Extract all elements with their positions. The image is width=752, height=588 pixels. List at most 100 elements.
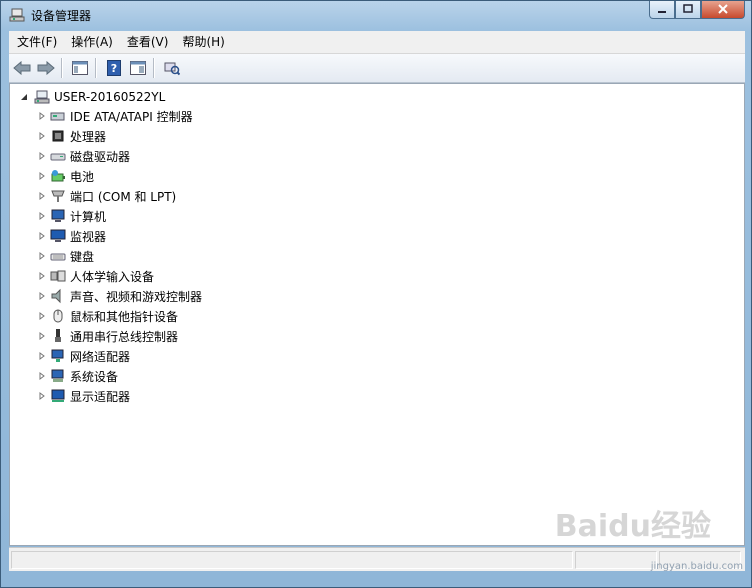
monitor-icon: [50, 229, 66, 242]
device-category-label: 电池: [70, 169, 95, 184]
device-manager-icon: [9, 8, 25, 22]
device-category-list: IDE ATA/ATAPI 控制器 处理器磁盘驱动器电池端口 (COM 和 LPT…: [38, 106, 202, 406]
device-category-label: IDE ATA/ATAPI 控制器: [70, 109, 193, 124]
expand-triangle-icon[interactable]: [38, 312, 46, 320]
window-title: 设备管理器: [31, 9, 92, 23]
back-arrow-icon: [13, 61, 31, 75]
help-button[interactable]: ?: [103, 57, 125, 79]
device-category-item[interactable]: 鼠标和其他指针设备: [38, 306, 202, 326]
device-category-label: 端口 (COM 和 LPT): [70, 189, 177, 204]
back-button[interactable]: [11, 57, 33, 79]
menu-action[interactable]: 操作(A): [63, 32, 119, 52]
menu-help[interactable]: 帮助(H): [174, 32, 230, 52]
root-computer-label: USER-20160522YL: [54, 90, 166, 104]
menu-view[interactable]: 查看(V): [119, 32, 175, 52]
show-hide-console-tree-button[interactable]: [69, 57, 91, 79]
device-category-label: 网络适配器: [70, 349, 131, 364]
toolbar-separator: [61, 58, 63, 78]
maximize-icon: [683, 4, 693, 13]
device-category-item[interactable]: 端口 (COM 和 LPT): [38, 186, 202, 206]
expand-triangle-icon[interactable]: [38, 132, 46, 140]
expand-triangle-icon[interactable]: [38, 272, 46, 280]
device-category-label: 声音、视频和游戏控制器: [70, 289, 203, 304]
device-category-item[interactable]: 处理器: [38, 126, 202, 146]
menu-bar: 文件(F) 操作(A) 查看(V) 帮助(H): [9, 31, 745, 54]
network-adapter-icon: [51, 349, 64, 362]
device-category-label: 处理器: [70, 129, 107, 144]
expand-triangle-icon[interactable]: [38, 212, 46, 220]
system-device-icon: [51, 369, 64, 382]
baidu-watermark: Baidu经验: [554, 509, 711, 544]
device-category-item[interactable]: 计算机: [38, 206, 202, 226]
expand-triangle-icon[interactable]: [38, 112, 46, 120]
maximize-button[interactable]: [675, 1, 701, 19]
window-controls: [649, 1, 745, 19]
device-category-item[interactable]: 磁盘驱动器: [38, 146, 202, 166]
expand-triangle-icon[interactable]: [38, 372, 46, 380]
device-category-label: 计算机: [70, 209, 107, 224]
status-bar: [9, 547, 745, 571]
scan-hardware-icon: [164, 62, 180, 76]
forward-button[interactable]: [35, 57, 57, 79]
device-category-label: 键盘: [70, 249, 95, 264]
expand-triangle-icon[interactable]: [38, 332, 46, 340]
expand-triangle-icon[interactable]: [38, 292, 46, 300]
properties-icon: [130, 61, 146, 75]
toolbar: ?: [9, 54, 745, 83]
expand-triangle-icon[interactable]: [38, 252, 46, 260]
device-category-item[interactable]: 电池: [38, 166, 202, 186]
close-button[interactable]: [701, 1, 745, 19]
expand-triangle-icon[interactable]: [38, 152, 46, 160]
port-icon: [51, 190, 65, 202]
collapse-triangle-icon[interactable]: [20, 92, 30, 102]
device-category-item[interactable]: 通用串行总线控制器: [38, 326, 202, 346]
device-category-label: 鼠标和其他指针设备: [70, 309, 179, 324]
help-icon: ?: [107, 60, 121, 76]
device-category-label: 通用串行总线控制器: [70, 329, 179, 344]
computer-root-icon: [34, 90, 50, 104]
device-category-item[interactable]: 监视器: [38, 226, 202, 246]
svg-text:?: ?: [111, 62, 117, 75]
battery-icon: [51, 170, 65, 182]
title-bar[interactable]: 设备管理器: [1, 1, 751, 29]
status-pane-main: [11, 551, 573, 569]
toolbar-separator: [153, 58, 155, 78]
processor-icon: [52, 130, 64, 142]
menu-file[interactable]: 文件(F): [9, 32, 63, 52]
baidu-watermark-url: jingyan.baidu.com: [650, 561, 743, 572]
device-category-item[interactable]: 声音、视频和游戏控制器: [38, 286, 202, 306]
display-adapter-icon: [51, 389, 65, 402]
speaker-icon: [51, 288, 61, 304]
device-tree-pane[interactable]: USER-20160522YL IDE ATA/ATAPI 控制器 处理器磁盘驱动…: [9, 83, 745, 546]
expand-triangle-icon[interactable]: [38, 392, 46, 400]
properties-button[interactable]: [127, 57, 149, 79]
disk-drive-icon: [50, 153, 66, 161]
device-category-item[interactable]: 系统设备: [38, 366, 202, 386]
forward-arrow-icon: [37, 61, 55, 75]
status-pane-2: [575, 551, 657, 569]
device-category-label: 人体学输入设备: [70, 269, 155, 284]
expand-triangle-icon[interactable]: [38, 352, 46, 360]
device-category-item[interactable]: 网络适配器: [38, 346, 202, 366]
hid-icon: [50, 270, 66, 282]
device-category-item[interactable]: 显示适配器: [38, 386, 202, 406]
device-category-label: 显示适配器: [70, 389, 131, 404]
minimize-button[interactable]: [649, 1, 675, 19]
device-category-label: 系统设备: [70, 369, 119, 384]
expand-triangle-icon[interactable]: [38, 172, 46, 180]
tree-root[interactable]: USER-20160522YL: [20, 87, 165, 107]
usb-icon: [55, 329, 61, 342]
device-category-item[interactable]: IDE ATA/ATAPI 控制器: [38, 106, 202, 126]
expand-triangle-icon[interactable]: [38, 232, 46, 240]
ide-controller-icon: [50, 112, 65, 121]
expand-triangle-icon[interactable]: [38, 192, 46, 200]
keyboard-icon: [50, 253, 66, 261]
device-category-label: 监视器: [70, 229, 107, 244]
scan-hardware-button[interactable]: [161, 57, 183, 79]
device-manager-window: 设备管理器 文件(F) 操作(A) 查看(V) 帮助(H) ? USER-201…: [0, 0, 752, 588]
device-category-item[interactable]: 键盘: [38, 246, 202, 266]
computer-icon: [51, 209, 65, 222]
toolbar-separator: [95, 58, 97, 78]
device-category-label: 磁盘驱动器: [70, 149, 131, 164]
device-category-item[interactable]: 人体学输入设备: [38, 266, 202, 286]
